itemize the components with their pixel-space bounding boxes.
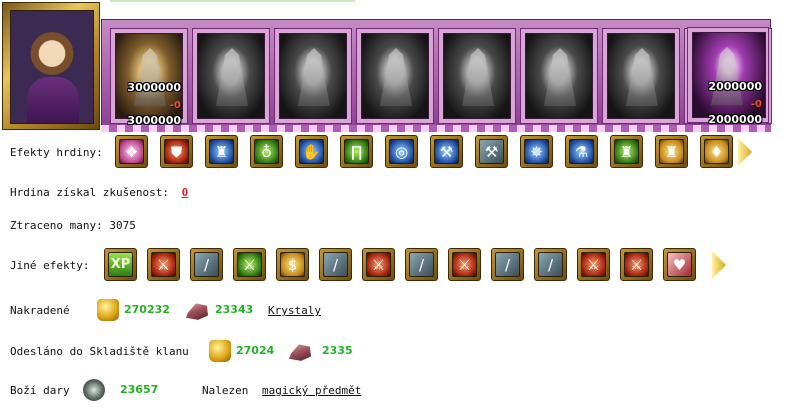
- ice-crystal-icon[interactable]: ✵: [520, 135, 553, 168]
- unit-image: [361, 33, 429, 119]
- magic-item-link[interactable]: magický předmět: [262, 384, 361, 397]
- gifts-value: 23657: [120, 383, 159, 396]
- gold-armor-icon[interactable]: ♜: [655, 135, 688, 168]
- blue-armor-icon[interactable]: ♜: [205, 135, 238, 168]
- mana-label: Ztraceno many:: [10, 219, 103, 232]
- hero-effects-label: Efekty hrdiny:: [10, 146, 103, 159]
- unit-count-start: 3000000: [127, 81, 181, 94]
- hero-effects-list: ❖ ⛊ ♜ ♁ ✋ ∏ ◎ ⚒ ⚒ ✵ ⚗ ♜ ♜ ♦: [115, 135, 752, 171]
- unit-slot-1[interactable]: 3000000 -0 3000000: [110, 28, 188, 127]
- blue-gauntlet-icon[interactable]: ✋: [295, 135, 328, 168]
- unit-image: [279, 33, 347, 119]
- scroll-right-arrow-icon[interactable]: [738, 138, 752, 166]
- mana-value: 3075: [109, 219, 136, 232]
- scroll-right-arrow-icon[interactable]: [712, 251, 726, 279]
- gold-pouch-icon[interactable]: $: [276, 248, 309, 281]
- unit-image: [443, 33, 511, 119]
- experience-label: Hrdina získal zkušenost:: [10, 186, 169, 199]
- green-cloak-icon[interactable]: ♦: [700, 135, 733, 168]
- unit-image: [607, 33, 675, 119]
- crystals-link[interactable]: Krystaly: [268, 304, 321, 317]
- hero-dress-decor: [27, 77, 79, 123]
- ring-icon[interactable]: ◎: [385, 135, 418, 168]
- sword-icon[interactable]: /: [190, 248, 223, 281]
- divine-gift-icon: [83, 379, 105, 401]
- stolen-label: Nakradené: [10, 304, 70, 317]
- fist-sword-icon[interactable]: ⚔: [620, 248, 653, 281]
- mana-row: Ztraceno many: 3075: [10, 219, 136, 232]
- stolen-gold-value: 270232: [124, 303, 170, 316]
- crystals-icon: [289, 344, 311, 361]
- sword-icon[interactable]: /: [319, 248, 352, 281]
- potion-icon[interactable]: ⚗: [565, 135, 598, 168]
- fist-sword-icon[interactable]: ⚔: [448, 248, 481, 281]
- green-armor-icon[interactable]: ♜: [610, 135, 643, 168]
- unit-slot-9-visible[interactable]: 2000000 -0 2000000: [687, 27, 769, 126]
- unit-image: [197, 33, 265, 119]
- xp-bonus-icon[interactable]: XP: [104, 248, 137, 281]
- other-effects-list: XP ⚔ / ⚔ $ / ⚔ / ⚔ / / ⚔ ⚔ ♥: [104, 248, 734, 284]
- unit-slot-2[interactable]: [192, 28, 270, 124]
- fist-sword-icon[interactable]: ⚔: [577, 248, 610, 281]
- crystals-icon: [186, 303, 208, 320]
- sword-icon[interactable]: /: [405, 248, 438, 281]
- unit-slot-7[interactable]: [602, 28, 680, 124]
- unit-count-start: 2000000: [708, 80, 762, 93]
- clan-gold-value: 27024: [236, 344, 275, 357]
- unit-image: [771, 33, 772, 119]
- unit-image: [525, 33, 593, 119]
- clan-crystals-value: 2335: [322, 344, 353, 357]
- unit-slot-4[interactable]: [356, 28, 434, 124]
- fist-sword-icon[interactable]: ⚔: [362, 248, 395, 281]
- other-effects-label: Jiné efekty:: [10, 259, 90, 272]
- shield-icon[interactable]: ⛊: [160, 135, 193, 168]
- unit-slot-6[interactable]: [520, 28, 598, 124]
- unit-losses: -0: [750, 99, 762, 110]
- hero-image: [10, 10, 94, 124]
- sword-icon[interactable]: /: [534, 248, 567, 281]
- experience-row: Hrdina získal zkušenost: 0: [10, 186, 188, 199]
- unit-slot-3[interactable]: [274, 28, 352, 124]
- army-units-bar: 3000000 -0 3000000: [101, 19, 772, 131]
- armored-sword-icon[interactable]: ⚔: [233, 248, 266, 281]
- gift-box-icon[interactable]: ❖: [115, 135, 148, 168]
- gifts-label: Boží dary: [10, 384, 70, 397]
- hero-portrait[interactable]: [2, 2, 100, 130]
- top-divider-line: [110, 0, 355, 2]
- sword-icon[interactable]: /: [491, 248, 524, 281]
- unit-slot-5[interactable]: [438, 28, 516, 124]
- amulet-icon[interactable]: ♁: [250, 135, 283, 168]
- ice-axe-icon[interactable]: ⚒: [430, 135, 463, 168]
- experience-value[interactable]: 0: [182, 186, 189, 199]
- heart-sword-icon[interactable]: ♥: [663, 248, 696, 281]
- units-decor-strip: [101, 125, 771, 132]
- gold-coins-icon: [97, 299, 119, 321]
- green-boots-icon[interactable]: ∏: [340, 135, 373, 168]
- fist-sword-icon[interactable]: ⚔: [147, 248, 180, 281]
- war-hammer-icon[interactable]: ⚒: [475, 135, 508, 168]
- stolen-crystals-value: 23343: [215, 303, 254, 316]
- unit-losses: -0: [169, 100, 181, 111]
- clan-storage-label: Odesláno do Skladiště klanu: [10, 345, 189, 358]
- found-label: Nalezen: [202, 384, 249, 397]
- gold-coins-icon: [209, 340, 231, 362]
